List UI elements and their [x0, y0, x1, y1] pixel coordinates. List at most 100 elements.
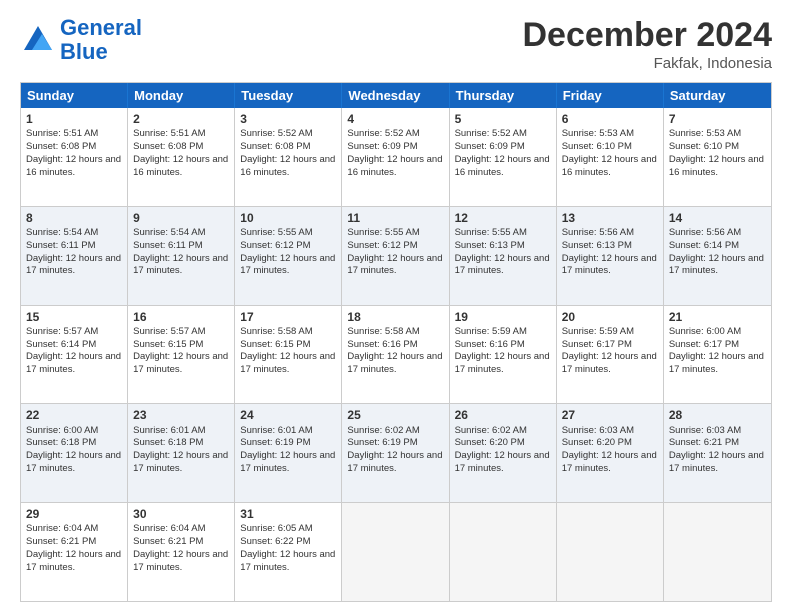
day-number: 29: [26, 506, 122, 522]
calendar-cell: [557, 503, 664, 601]
day-number: 14: [669, 210, 766, 226]
calendar-cell: 5 Sunrise: 5:52 AM Sunset: 6:09 PM Dayli…: [450, 108, 557, 206]
sunset-label: Sunset: 6:18 PM: [133, 437, 203, 448]
page: General Blue December 2024 Fakfak, Indon…: [0, 0, 792, 612]
day-number: 28: [669, 407, 766, 423]
sunrise-label: Sunrise: 5:56 AM: [562, 227, 634, 238]
daylight-label: Daylight: 12 hours and 17 minutes.: [669, 450, 764, 474]
sunset-label: Sunset: 6:08 PM: [26, 141, 96, 152]
sunset-label: Sunset: 6:21 PM: [669, 437, 739, 448]
day-number: 9: [133, 210, 229, 226]
daylight-label: Daylight: 12 hours and 17 minutes.: [26, 351, 121, 375]
location-title: Fakfak, Indonesia: [522, 55, 772, 72]
sunset-label: Sunset: 6:19 PM: [347, 437, 417, 448]
day-number: 4: [347, 111, 443, 127]
day-number: 6: [562, 111, 658, 127]
daylight-label: Daylight: 12 hours and 16 minutes.: [347, 154, 442, 178]
daylight-label: Daylight: 12 hours and 17 minutes.: [669, 253, 764, 277]
sunrise-label: Sunrise: 6:02 AM: [455, 425, 527, 436]
calendar-cell: [450, 503, 557, 601]
sunset-label: Sunset: 6:12 PM: [347, 240, 417, 251]
day-number: 10: [240, 210, 336, 226]
daylight-label: Daylight: 12 hours and 17 minutes.: [26, 549, 121, 573]
day-number: 5: [455, 111, 551, 127]
day-number: 27: [562, 407, 658, 423]
calendar-cell: 28 Sunrise: 6:03 AM Sunset: 6:21 PM Dayl…: [664, 404, 771, 502]
daylight-label: Daylight: 12 hours and 17 minutes.: [133, 351, 228, 375]
calendar-cell: 31 Sunrise: 6:05 AM Sunset: 6:22 PM Dayl…: [235, 503, 342, 601]
sunset-label: Sunset: 6:14 PM: [669, 240, 739, 251]
day-number: 21: [669, 309, 766, 325]
header-wednesday: Wednesday: [342, 83, 449, 108]
day-number: 25: [347, 407, 443, 423]
sunrise-label: Sunrise: 5:55 AM: [455, 227, 527, 238]
daylight-label: Daylight: 12 hours and 17 minutes.: [562, 253, 657, 277]
calendar-cell: 8 Sunrise: 5:54 AM Sunset: 6:11 PM Dayli…: [21, 207, 128, 305]
calendar-row: 15 Sunrise: 5:57 AM Sunset: 6:14 PM Dayl…: [21, 306, 771, 405]
month-title: December 2024: [522, 16, 772, 55]
sunset-label: Sunset: 6:11 PM: [133, 240, 203, 251]
calendar-cell: 11 Sunrise: 5:55 AM Sunset: 6:12 PM Dayl…: [342, 207, 449, 305]
day-number: 30: [133, 506, 229, 522]
header-thursday: Thursday: [450, 83, 557, 108]
sunrise-label: Sunrise: 5:53 AM: [669, 128, 741, 139]
sunrise-label: Sunrise: 6:02 AM: [347, 425, 419, 436]
daylight-label: Daylight: 12 hours and 17 minutes.: [133, 549, 228, 573]
calendar-cell: [664, 503, 771, 601]
calendar-cell: 13 Sunrise: 5:56 AM Sunset: 6:13 PM Dayl…: [557, 207, 664, 305]
calendar: Sunday Monday Tuesday Wednesday Thursday…: [20, 82, 772, 602]
sunrise-label: Sunrise: 6:01 AM: [240, 425, 312, 436]
sunset-label: Sunset: 6:10 PM: [669, 141, 739, 152]
sunset-label: Sunset: 6:15 PM: [133, 339, 203, 350]
calendar-cell: 4 Sunrise: 5:52 AM Sunset: 6:09 PM Dayli…: [342, 108, 449, 206]
daylight-label: Daylight: 12 hours and 16 minutes.: [455, 154, 550, 178]
daylight-label: Daylight: 12 hours and 16 minutes.: [562, 154, 657, 178]
sunset-label: Sunset: 6:22 PM: [240, 536, 310, 547]
daylight-label: Daylight: 12 hours and 17 minutes.: [455, 253, 550, 277]
sunset-label: Sunset: 6:10 PM: [562, 141, 632, 152]
calendar-cell: 27 Sunrise: 6:03 AM Sunset: 6:20 PM Dayl…: [557, 404, 664, 502]
calendar-cell: 19 Sunrise: 5:59 AM Sunset: 6:16 PM Dayl…: [450, 306, 557, 404]
sunset-label: Sunset: 6:21 PM: [26, 536, 96, 547]
daylight-label: Daylight: 12 hours and 17 minutes.: [26, 450, 121, 474]
sunrise-label: Sunrise: 5:52 AM: [455, 128, 527, 139]
calendar-cell: 20 Sunrise: 5:59 AM Sunset: 6:17 PM Dayl…: [557, 306, 664, 404]
day-number: 22: [26, 407, 122, 423]
day-number: 1: [26, 111, 122, 127]
day-number: 20: [562, 309, 658, 325]
sunset-label: Sunset: 6:14 PM: [26, 339, 96, 350]
daylight-label: Daylight: 12 hours and 16 minutes.: [669, 154, 764, 178]
sunset-label: Sunset: 6:19 PM: [240, 437, 310, 448]
day-number: 12: [455, 210, 551, 226]
calendar-body: 1 Sunrise: 5:51 AM Sunset: 6:08 PM Dayli…: [21, 108, 771, 601]
day-number: 18: [347, 309, 443, 325]
sunrise-label: Sunrise: 5:55 AM: [240, 227, 312, 238]
sunrise-label: Sunrise: 5:59 AM: [455, 326, 527, 337]
daylight-label: Daylight: 12 hours and 17 minutes.: [455, 450, 550, 474]
daylight-label: Daylight: 12 hours and 17 minutes.: [455, 351, 550, 375]
sunset-label: Sunset: 6:12 PM: [240, 240, 310, 251]
calendar-row: 8 Sunrise: 5:54 AM Sunset: 6:11 PM Dayli…: [21, 207, 771, 306]
day-number: 31: [240, 506, 336, 522]
calendar-cell: 10 Sunrise: 5:55 AM Sunset: 6:12 PM Dayl…: [235, 207, 342, 305]
day-number: 16: [133, 309, 229, 325]
daylight-label: Daylight: 12 hours and 17 minutes.: [240, 253, 335, 277]
daylight-label: Daylight: 12 hours and 16 minutes.: [133, 154, 228, 178]
calendar-cell: 3 Sunrise: 5:52 AM Sunset: 6:08 PM Dayli…: [235, 108, 342, 206]
sunrise-label: Sunrise: 5:59 AM: [562, 326, 634, 337]
sunrise-label: Sunrise: 5:58 AM: [347, 326, 419, 337]
calendar-cell: 26 Sunrise: 6:02 AM Sunset: 6:20 PM Dayl…: [450, 404, 557, 502]
sunrise-label: Sunrise: 5:55 AM: [347, 227, 419, 238]
calendar-cell: 22 Sunrise: 6:00 AM Sunset: 6:18 PM Dayl…: [21, 404, 128, 502]
calendar-cell: 12 Sunrise: 5:55 AM Sunset: 6:13 PM Dayl…: [450, 207, 557, 305]
sunset-label: Sunset: 6:16 PM: [455, 339, 525, 350]
day-number: 17: [240, 309, 336, 325]
logo-icon: [20, 22, 56, 58]
day-number: 2: [133, 111, 229, 127]
header-sunday: Sunday: [21, 83, 128, 108]
calendar-cell: 1 Sunrise: 5:51 AM Sunset: 6:08 PM Dayli…: [21, 108, 128, 206]
sunrise-label: Sunrise: 6:04 AM: [133, 523, 205, 534]
calendar-cell: 25 Sunrise: 6:02 AM Sunset: 6:19 PM Dayl…: [342, 404, 449, 502]
sunrise-label: Sunrise: 6:03 AM: [562, 425, 634, 436]
sunset-label: Sunset: 6:09 PM: [455, 141, 525, 152]
